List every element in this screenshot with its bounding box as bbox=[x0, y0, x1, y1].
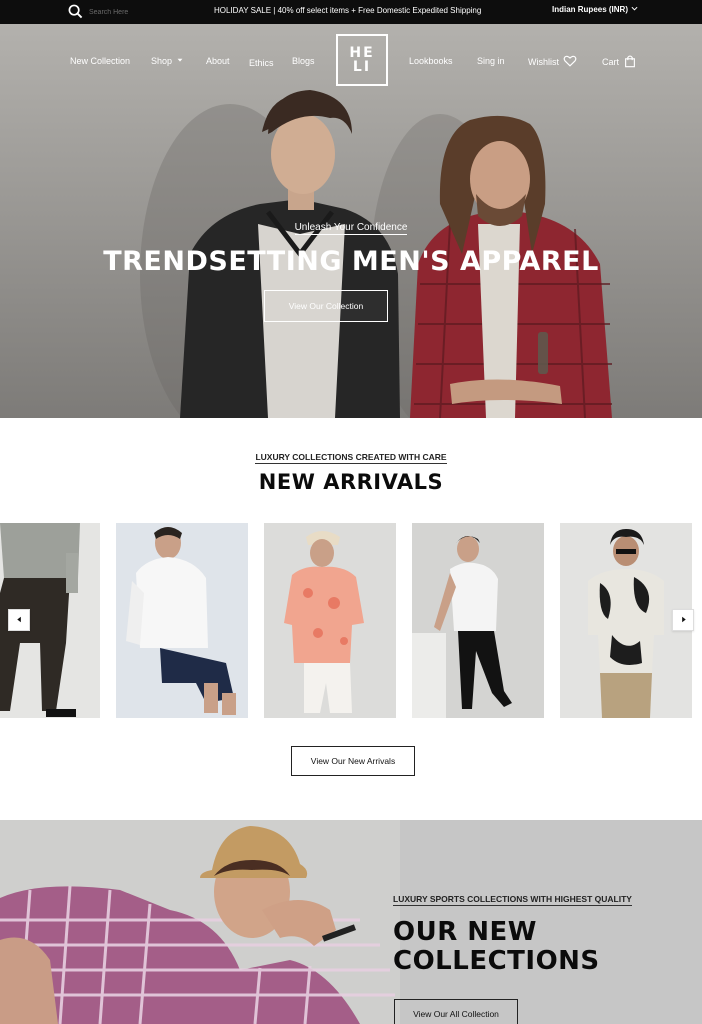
arrivals-title: NEW ARRIVALS bbox=[258, 470, 444, 494]
arrivals-kicker: LUXURY COLLECTIONS CREATED WITH CARE bbox=[0, 452, 702, 464]
nav-wishlist[interactable]: Wishlist bbox=[528, 54, 577, 70]
nav-lookbooks[interactable]: Lookbooks bbox=[409, 56, 453, 66]
collections-title: OUR NEW COLLECTIONS bbox=[393, 918, 600, 976]
page: HOLIDAY SALE | 40% off select items + Fr… bbox=[0, 0, 702, 1024]
nav-wishlist-label: Wishlist bbox=[528, 57, 559, 67]
view-collection-button[interactable]: View Our Collection bbox=[264, 290, 388, 322]
arrivals-kicker-text: LUXURY COLLECTIONS CREATED WITH CARE bbox=[255, 452, 447, 464]
chevron-left-icon bbox=[15, 611, 24, 629]
nav-shop[interactable]: Shop bbox=[151, 56, 184, 66]
nav-shop-label: Shop bbox=[151, 56, 173, 66]
hero-headline: TRENDSETTING MEN'S APPAREL bbox=[103, 246, 599, 277]
carousel-prev-button[interactable] bbox=[8, 609, 30, 631]
nav-ethics[interactable]: Ethics bbox=[249, 58, 274, 68]
logo-line-2: LI bbox=[352, 59, 372, 75]
nav-lookbooks-label: Lookbooks bbox=[409, 56, 453, 66]
brand-logo[interactable]: HE LI bbox=[336, 34, 388, 86]
nav-blogs-label: Blogs bbox=[292, 56, 315, 66]
hero-kicker-text: Unleash Your Confidence bbox=[294, 222, 408, 235]
nav-about-label: About bbox=[206, 56, 230, 66]
nav-about[interactable]: About bbox=[206, 56, 230, 66]
nav-blogs[interactable]: Blogs bbox=[292, 56, 315, 66]
nav-cart-label: Cart bbox=[602, 57, 620, 67]
nav-new-collection-label: New Collection bbox=[70, 56, 131, 66]
collections-kicker-text: LUXURY SPORTS COLLECTIONS WITH HIGHEST Q… bbox=[393, 894, 632, 906]
chevron-right-icon bbox=[679, 611, 688, 629]
hero-banner: New Collection Shop About Ethics Blogs H… bbox=[0, 24, 702, 418]
collections-title-line-2: COLLECTIONS bbox=[393, 946, 600, 976]
product-card[interactable] bbox=[412, 523, 544, 718]
shopping-bag-icon bbox=[623, 54, 637, 70]
product-card[interactable] bbox=[116, 523, 248, 718]
view-all-collection-button[interactable]: View Our All Collection bbox=[394, 999, 518, 1024]
search-box[interactable] bbox=[68, 4, 169, 21]
logo-line-1: HE bbox=[349, 45, 375, 61]
product-image bbox=[116, 523, 248, 718]
search-icon[interactable] bbox=[68, 4, 83, 21]
heart-icon bbox=[563, 54, 577, 70]
announcement-bar: HOLIDAY SALE | 40% off select items + Fr… bbox=[0, 0, 702, 24]
carousel-next-button[interactable] bbox=[672, 609, 694, 631]
promo-text: HOLIDAY SALE | 40% off select items + Fr… bbox=[214, 6, 482, 15]
main-nav: New Collection Shop About Ethics Blogs H… bbox=[0, 34, 702, 94]
currency-label: Indian Rupees (INR) bbox=[551, 5, 628, 14]
collections-kicker: LUXURY SPORTS COLLECTIONS WITH HIGHEST Q… bbox=[393, 894, 632, 906]
nav-sign-in-label: Sing in bbox=[477, 56, 505, 66]
caret-down-icon bbox=[176, 56, 184, 66]
product-card[interactable] bbox=[264, 523, 396, 718]
product-image bbox=[264, 523, 396, 718]
chevron-down-icon bbox=[631, 5, 638, 14]
collections-image bbox=[0, 820, 400, 1024]
currency-selector[interactable]: Indian Rupees (INR) bbox=[552, 5, 638, 14]
product-image bbox=[412, 523, 544, 718]
collections-title-line-1: OUR NEW bbox=[393, 917, 537, 947]
search-input[interactable] bbox=[89, 9, 169, 16]
collections-banner: LUXURY SPORTS COLLECTIONS WITH HIGHEST Q… bbox=[0, 820, 702, 1024]
hero-kicker: Unleash Your Confidence bbox=[0, 222, 702, 235]
nav-sign-in[interactable]: Sing in bbox=[477, 56, 505, 66]
nav-cart[interactable]: Cart bbox=[602, 54, 637, 70]
view-new-arrivals-button[interactable]: View Our New Arrivals bbox=[291, 746, 415, 776]
product-carousel bbox=[0, 523, 702, 718]
nav-ethics-label: Ethics bbox=[249, 58, 274, 68]
nav-new-collection[interactable]: New Collection bbox=[70, 56, 130, 66]
